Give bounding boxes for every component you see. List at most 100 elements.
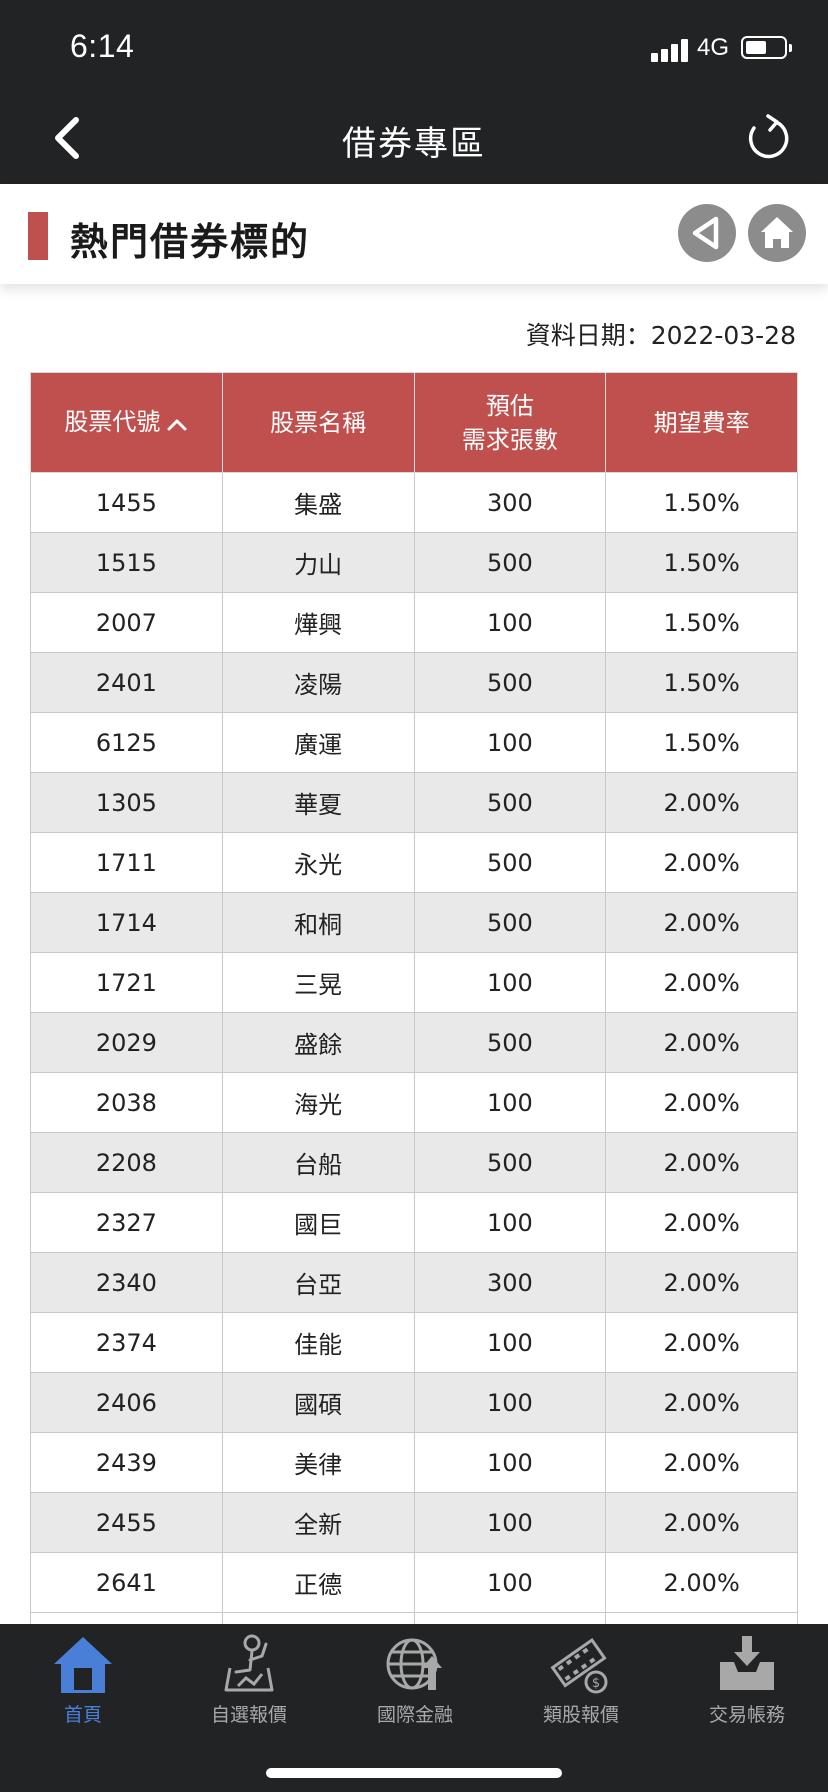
section-header: 熱門借券標的 (0, 184, 828, 284)
table-row[interactable]: 1515 力山 500 1.50% (30, 532, 798, 593)
tab-label: 自選報價 (210, 1704, 287, 1726)
cell-stock-code: 2007 (30, 592, 223, 653)
home-indicator (266, 1768, 562, 1778)
table-cell-empty (605, 1612, 798, 1624)
hot-borrow-table[interactable]: 股票代號 股票名稱 預估 需求張數 期望費率 1455 集盛 300 1.50% 151… (30, 372, 798, 1624)
cell-stock-name: 國巨 (221, 1192, 415, 1253)
cell-expected-rate: 2.00% (605, 1072, 798, 1133)
cell-stock-name: 廣運 (221, 712, 415, 773)
bottom-tab-bar: 首頁 自選報價 國際金融 $ 類股報價 交易帳務 (0, 1624, 828, 1792)
stock-table: 股票代號 股票名稱 預估 需求張數 期望費率 1455 集盛 300 1.50% 151… (30, 372, 798, 1624)
cell-demand-lots: 100 (413, 1072, 607, 1133)
cell-demand-lots: 100 (413, 952, 607, 1013)
cell-expected-rate: 2.00% (605, 1312, 798, 1373)
cell-stock-code: 1305 (30, 772, 223, 833)
table-row[interactable]: 2029 盛餘 500 2.00% (30, 1012, 798, 1073)
cell-stock-code: 2208 (30, 1132, 223, 1193)
person-chart-icon (224, 1634, 274, 1692)
battery-icon (741, 36, 792, 59)
refresh-button[interactable] (740, 110, 796, 166)
triangle-back-icon (692, 216, 719, 250)
cell-stock-name: 國碩 (221, 1372, 415, 1433)
tab-international-finance[interactable]: 國際金融 (332, 1632, 498, 1742)
table-row[interactable]: 6125 廣運 100 1.50% (30, 712, 798, 773)
cell-stock-code: 2439 (30, 1432, 223, 1493)
cell-stock-code: 2641 (30, 1552, 223, 1613)
cell-stock-name: 燁興 (221, 592, 415, 653)
nav-bar: 借券專區 (0, 92, 828, 184)
inbox-download-icon (720, 1636, 774, 1690)
tab-label: 交易帳務 (708, 1704, 785, 1726)
table-row[interactable]: 2327 國巨 100 2.00% (30, 1192, 798, 1253)
house-icon (761, 217, 793, 248)
cell-demand-lots: 100 (413, 1372, 607, 1433)
status-time: 6:14 (70, 28, 135, 64)
cell-expected-rate: 2.00% (605, 1552, 798, 1613)
previous-button[interactable] (678, 204, 736, 262)
cell-stock-code: 2038 (30, 1072, 223, 1133)
table-cell-empty (30, 1612, 223, 1624)
table-row[interactable]: 2007 燁興 100 1.50% (30, 592, 798, 653)
cell-expected-rate: 2.00% (605, 892, 798, 953)
cell-expected-rate: 2.00% (605, 772, 798, 833)
cell-stock-name: 永光 (221, 832, 415, 893)
cell-stock-name: 美律 (221, 1432, 415, 1493)
cell-demand-lots: 500 (413, 892, 607, 953)
table-cell-empty (221, 1612, 415, 1624)
cell-demand-lots: 500 (413, 772, 607, 833)
cell-stock-name: 力山 (221, 532, 415, 593)
tab-trading-account[interactable]: 交易帳務 (664, 1632, 828, 1742)
cell-stock-code: 1714 (30, 892, 223, 953)
cell-expected-rate: 1.50% (605, 592, 798, 653)
cell-stock-name: 佳能 (221, 1312, 415, 1373)
cell-demand-lots: 500 (413, 1012, 607, 1073)
table-row[interactable]: 1305 華夏 500 2.00% (30, 772, 798, 833)
column-header-rate[interactable]: 期望費率 (605, 372, 798, 473)
table-row[interactable]: 1714 和桐 500 2.00% (30, 892, 798, 953)
cell-stock-code: 2029 (30, 1012, 223, 1073)
column-header-stock-name[interactable]: 股票名稱 (221, 372, 415, 473)
table-row[interactable]: 2406 國碩 100 2.00% (30, 1372, 798, 1433)
table-row[interactable]: 1711 永光 500 2.00% (30, 832, 798, 893)
cell-expected-rate: 1.50% (605, 472, 798, 533)
table-row[interactable]: 2374 佳能 100 2.00% (30, 1312, 798, 1373)
table-row[interactable]: 2401 凌陽 500 1.50% (30, 652, 798, 713)
cell-stock-name: 正德 (221, 1552, 415, 1613)
home-shortcut-button[interactable] (748, 204, 806, 262)
cell-expected-rate: 1.50% (605, 532, 798, 593)
column-header-stock-code[interactable]: 股票代號 (30, 372, 223, 473)
table-cell-empty (413, 1612, 607, 1624)
tab-home[interactable]: 首頁 (0, 1632, 166, 1742)
cell-stock-code: 1721 (30, 952, 223, 1013)
table-row[interactable]: 2455 全新 100 2.00% (30, 1492, 798, 1553)
refresh-icon (748, 114, 789, 159)
table-row[interactable]: 2038 海光 100 2.00% (30, 1072, 798, 1133)
cell-expected-rate: 1.50% (605, 652, 798, 713)
cell-demand-lots: 100 (413, 1552, 607, 1613)
cell-expected-rate: 2.00% (605, 1012, 798, 1073)
table-row[interactable]: 1721 三晃 100 2.00% (30, 952, 798, 1013)
cell-stock-name: 集盛 (221, 472, 415, 533)
cell-stock-code: 2340 (30, 1252, 223, 1313)
cell-demand-lots: 100 (413, 1192, 607, 1253)
cell-demand-lots: 100 (413, 1432, 607, 1493)
globe-icon (386, 1638, 442, 1690)
table-row[interactable]: 2340 台亞 300 2.00% (30, 1252, 798, 1313)
cell-demand-lots: 500 (413, 532, 607, 593)
cell-demand-lots: 500 (413, 1132, 607, 1193)
table-row[interactable]: 2208 台船 500 2.00% (30, 1132, 798, 1193)
cell-stock-name: 全新 (221, 1492, 415, 1553)
tab-label: 國際金融 (376, 1704, 453, 1726)
cell-expected-rate: 1.50% (605, 712, 798, 773)
cell-stock-code: 2374 (30, 1312, 223, 1373)
column-header-label: 期望費率 (653, 408, 750, 437)
cell-demand-lots: 300 (413, 472, 607, 533)
cell-stock-code: 1515 (30, 532, 223, 593)
table-row[interactable]: 2439 美律 100 2.00% (30, 1432, 798, 1493)
tab-watchlist[interactable]: 自選報價 (166, 1632, 332, 1742)
table-row[interactable]: 1455 集盛 300 1.50% (30, 472, 798, 533)
tab-sector-quotes[interactable]: $ 類股報價 (498, 1632, 664, 1742)
table-header-row: 股票代號 股票名稱 預估 需求張數 期望費率 (30, 372, 798, 473)
table-row[interactable]: 2641 正德 100 2.00% (30, 1552, 798, 1613)
column-header-demand[interactable]: 預估 需求張數 (413, 372, 607, 473)
